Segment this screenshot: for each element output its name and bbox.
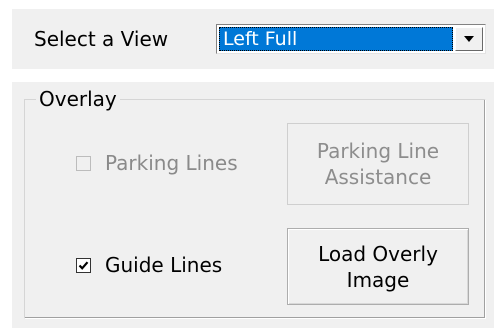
dropdown-arrow-button[interactable] [455,27,483,51]
parking-line-assistance-button[interactable]: Parking Line Assistance [287,123,469,205]
overlay-panel: Overlay Parking Lines Parking Line Assis… [12,82,494,328]
guide-lines-label: Guide Lines [105,253,223,277]
view-dropdown-value[interactable]: Left Full [219,27,453,51]
load-overly-image-button[interactable]: Load Overly Image [287,228,469,305]
guide-lines-checkbox[interactable] [76,257,91,273]
checkmark-icon [78,260,89,270]
view-dropdown[interactable]: Left Full [216,24,486,54]
parking-lines-label: Parking Lines [105,151,238,175]
view-selector-panel: Select a View Left Full [12,9,494,69]
parking-lines-checkbox-row[interactable]: Parking Lines [76,151,238,175]
chevron-down-icon [464,36,474,42]
guide-lines-checkbox-row[interactable]: Guide Lines [76,253,222,277]
overlay-group-title: Overlay [36,87,120,111]
select-view-label: Select a View [34,27,169,51]
parking-lines-checkbox[interactable] [76,155,91,171]
